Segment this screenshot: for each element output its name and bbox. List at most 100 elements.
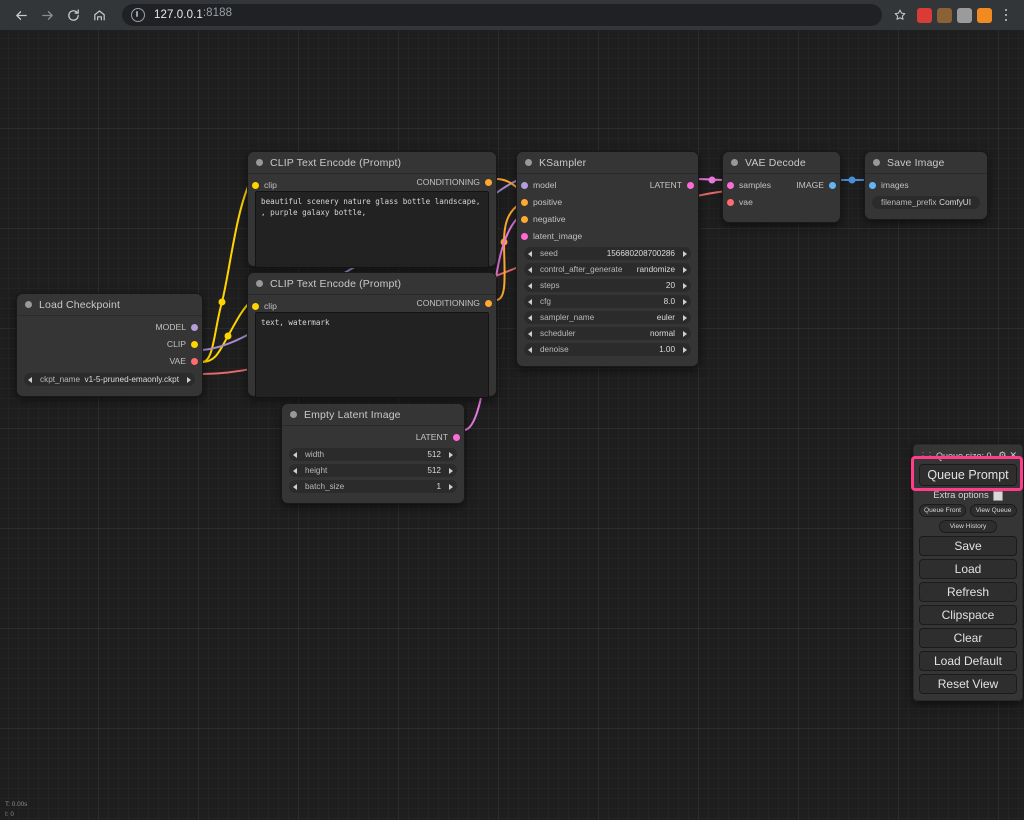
extension-brown-icon[interactable] [937,7,952,23]
node-vae-decode[interactable]: VAE Decode samples IMAGE vae [722,151,841,223]
input-slot-samples[interactable]: samples IMAGE [723,179,840,191]
view-queue-button[interactable]: View Queue [970,504,1017,517]
input-slot-model[interactable]: model LATENT [517,179,698,191]
port-vae[interactable] [191,357,198,365]
decrement-arrow-icon[interactable] [528,346,532,353]
output-slot-conditioning[interactable]: CONDITIONING [248,297,496,309]
back-arrow-icon[interactable] [8,2,34,28]
widget-sampler-name[interactable]: sampler_name euler [524,311,691,324]
port-negative[interactable] [521,215,528,223]
queue-front-button[interactable]: Queue Front [919,504,966,517]
increment-arrow-icon[interactable] [683,266,687,273]
port-positive[interactable] [521,198,528,206]
reload-icon[interactable] [60,2,86,28]
clear-button[interactable]: Clear [919,628,1017,648]
node-title-bar[interactable]: VAE Decode [723,152,840,174]
node-title-bar[interactable]: KSampler [517,152,698,174]
port-clip[interactable] [191,340,198,348]
widget-steps[interactable]: steps 20 [524,279,691,292]
widget-ckpt-name[interactable]: ckpt_name v1-5-pruned-emaonly.ckpt [24,373,195,386]
increment-arrow-icon[interactable] [683,282,687,289]
decrement-arrow-icon[interactable] [28,376,32,383]
port-vae[interactable] [727,198,734,206]
home-icon[interactable] [86,2,112,28]
clipspace-button[interactable]: Clipspace [919,605,1017,625]
node-title-bar[interactable]: Empty Latent Image [282,404,464,426]
reset-view-button[interactable]: Reset View [919,674,1017,694]
node-collapse-icon[interactable] [25,301,32,308]
widget-scheduler[interactable]: scheduler normal [524,327,691,340]
widget-control-after-generate[interactable]: control_after_generate randomize [524,263,691,276]
increment-arrow-icon[interactable] [683,346,687,353]
site-info-icon[interactable] [131,8,145,22]
port-samples[interactable] [727,181,734,189]
widget-height[interactable]: height 512 [289,464,457,477]
output-slot-model[interactable]: MODEL [17,321,202,333]
node-title-bar[interactable]: CLIP Text Encode (Prompt) [248,273,496,295]
view-history-button[interactable]: View History [939,520,997,533]
increment-arrow-icon[interactable] [449,483,453,490]
extension-red-icon[interactable] [917,7,932,23]
node-title-bar[interactable]: Save Image [865,152,987,174]
url-bar[interactable]: 127.0.0.1:8188 [122,4,882,26]
load-default-button[interactable]: Load Default [919,651,1017,671]
increment-arrow-icon[interactable] [683,314,687,321]
port-model[interactable] [191,323,198,331]
decrement-arrow-icon[interactable] [528,330,532,337]
node-save-image[interactable]: Save Image images filename_prefix ComfyU… [864,151,988,220]
prompt-textarea[interactable]: beautiful scenery nature glass bottle la… [255,191,489,268]
input-slot-images[interactable]: images [865,179,987,191]
widget-filename-prefix[interactable]: filename_prefix ComfyUI [872,196,980,209]
node-collapse-icon[interactable] [256,280,263,287]
decrement-arrow-icon[interactable] [293,467,297,474]
decrement-arrow-icon[interactable] [528,298,532,305]
decrement-arrow-icon[interactable] [528,266,532,273]
save-button[interactable]: Save [919,536,1017,556]
increment-arrow-icon[interactable] [449,467,453,474]
widget-denoise[interactable]: denoise 1.00 [524,343,691,356]
extra-options-row[interactable]: Extra options [919,490,1017,501]
bookmark-star-icon[interactable] [888,2,912,28]
input-slot-negative[interactable]: negative [517,213,698,225]
node-collapse-icon[interactable] [290,411,297,418]
load-button[interactable]: Load [919,559,1017,579]
port-model[interactable] [521,181,528,189]
port-latent-image[interactable] [521,232,528,240]
increment-arrow-icon[interactable] [683,330,687,337]
input-slot-latent-image[interactable]: latent_image [517,230,698,242]
prompt-textarea[interactable]: text, watermark [255,312,489,398]
extra-options-checkbox[interactable] [992,490,1003,501]
output-slot-vae[interactable]: VAE [17,355,202,367]
forward-arrow-icon[interactable] [34,2,60,28]
increment-arrow-icon[interactable] [683,250,687,257]
node-clip-text-encode-negative[interactable]: CLIP Text Encode (Prompt) clip CONDITION… [247,272,497,398]
kebab-menu-icon[interactable] [996,2,1016,28]
widget-seed[interactable]: seed 156680208700286 [524,247,691,260]
increment-arrow-icon[interactable] [449,451,453,458]
increment-arrow-icon[interactable] [683,298,687,305]
port-image-out[interactable] [829,181,836,189]
port-conditioning[interactable] [485,299,492,307]
port-conditioning[interactable] [485,178,492,186]
node-title-bar[interactable]: CLIP Text Encode (Prompt) [248,152,496,174]
node-collapse-icon[interactable] [256,159,263,166]
refresh-button[interactable]: Refresh [919,582,1017,602]
widget-width[interactable]: width 512 [289,448,457,461]
output-slot-conditioning[interactable]: CONDITIONING [248,176,496,188]
node-collapse-icon[interactable] [525,159,532,166]
node-ksampler[interactable]: KSampler model LATENT positive negative … [516,151,699,367]
node-collapse-icon[interactable] [873,159,880,166]
port-latent[interactable] [453,433,460,441]
input-slot-vae[interactable]: vae [723,196,840,208]
node-clip-text-encode-positive[interactable]: CLIP Text Encode (Prompt) clip CONDITION… [247,151,497,268]
decrement-arrow-icon[interactable] [293,483,297,490]
node-collapse-icon[interactable] [731,159,738,166]
decrement-arrow-icon[interactable] [528,250,532,257]
node-title-bar[interactable]: Load Checkpoint [17,294,202,316]
decrement-arrow-icon[interactable] [528,314,532,321]
port-images[interactable] [869,181,876,189]
output-slot-latent[interactable]: LATENT [282,431,464,443]
widget-cfg[interactable]: cfg 8.0 [524,295,691,308]
node-load-checkpoint[interactable]: Load Checkpoint MODEL CLIP VAE ckpt_name… [16,293,203,397]
comfyui-graph-canvas[interactable]: Load Checkpoint MODEL CLIP VAE ckpt_name… [0,30,1024,820]
